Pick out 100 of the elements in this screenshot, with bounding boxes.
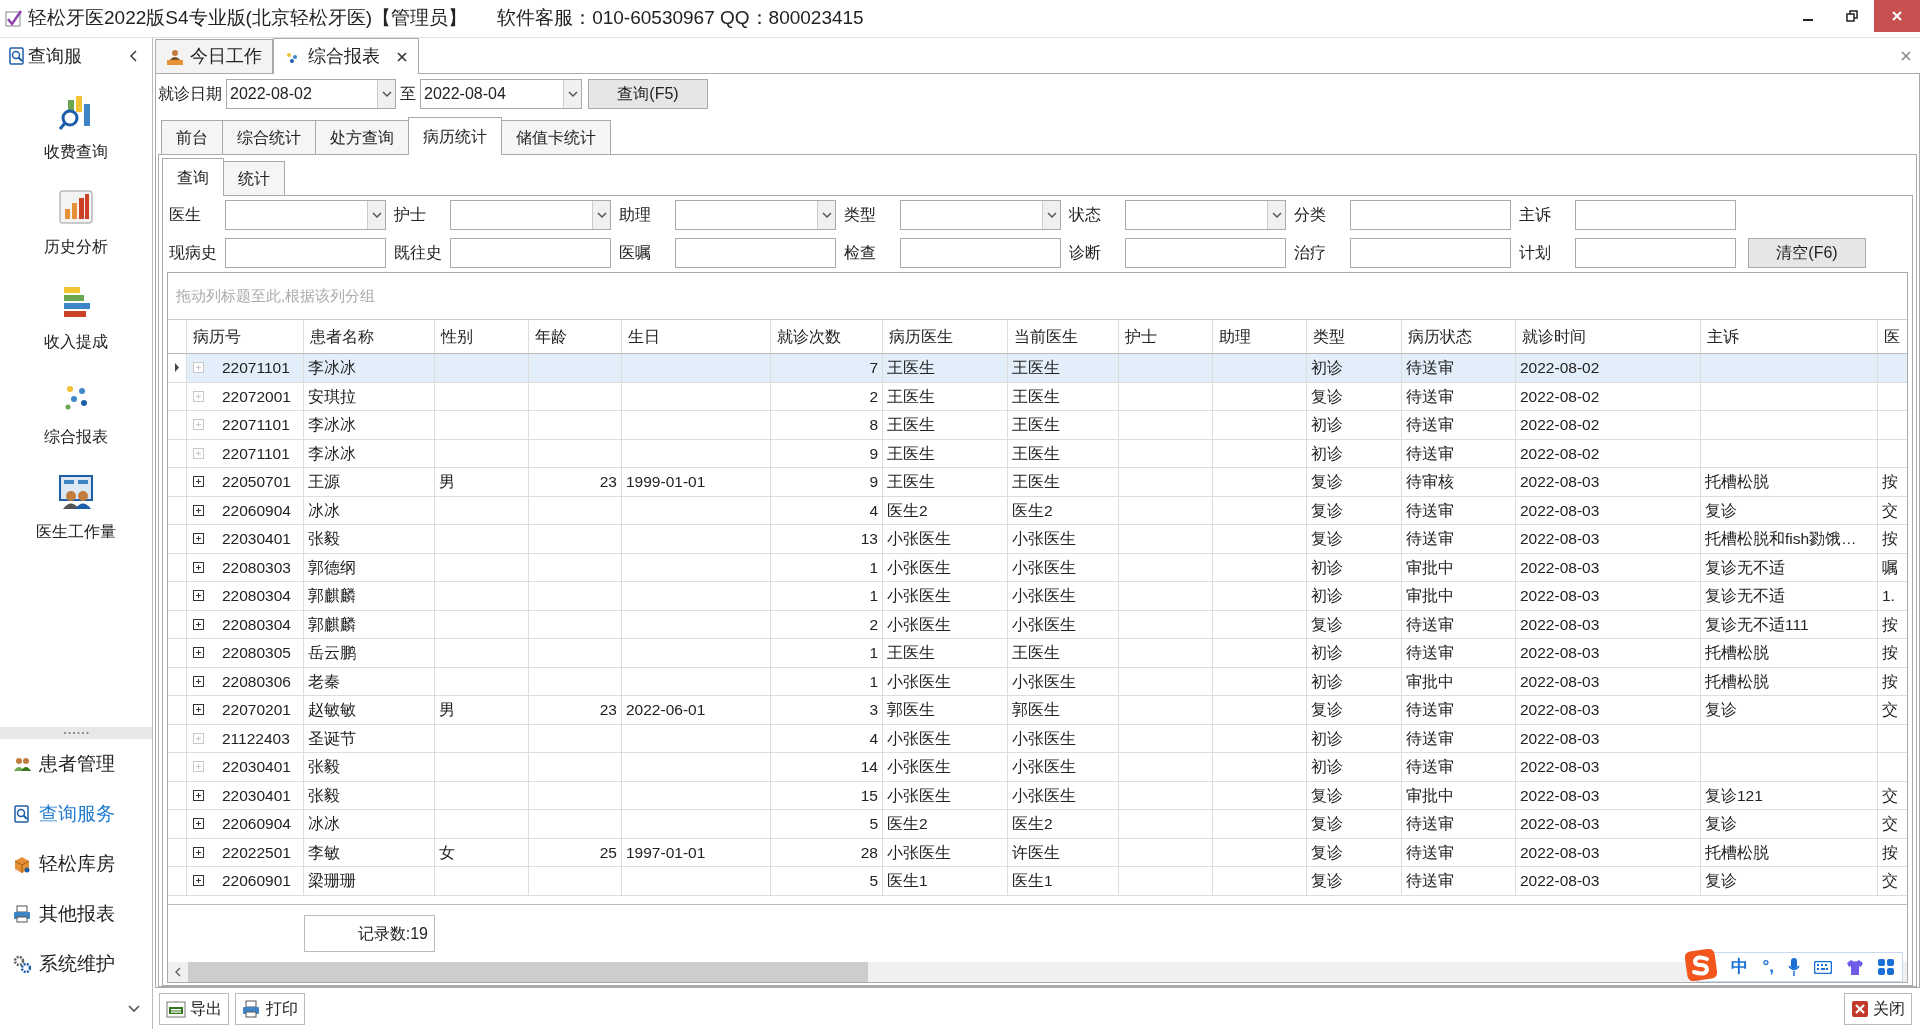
- expand-icon[interactable]: [193, 704, 204, 716]
- text-field[interactable]: [900, 238, 1061, 268]
- column-header[interactable]: 患者名称: [304, 320, 435, 353]
- dropdown-field[interactable]: [675, 200, 836, 230]
- close-icon: [1851, 999, 1869, 1018]
- table-row[interactable]: 22080303 郭德纲 1 小张医生 小张医生 初诊 审批中 2022-08-03 复诊无不适 嘱: [168, 553, 1907, 582]
- toolbar-button[interactable]: 导出: [159, 992, 229, 1025]
- expand-icon[interactable]: [193, 818, 204, 830]
- close-panel-button[interactable]: 关闭: [1844, 992, 1912, 1025]
- expand-icon[interactable]: [193, 504, 204, 516]
- table-row[interactable]: 22072001 安琪拉 2 王医生 王医生 复诊 待送审 2022-08-02: [168, 382, 1907, 411]
- expand-icon[interactable]: [193, 846, 204, 858]
- column-header[interactable]: 护士: [1119, 320, 1213, 353]
- expand-icon[interactable]: [193, 647, 204, 659]
- table-row[interactable]: 21122403 圣诞节 4 小张医生 小张医生 初诊 待送审 2022-08-03: [168, 724, 1907, 753]
- document-tab[interactable]: 今日工作: [155, 39, 273, 73]
- table-row[interactable]: 22080304 郭麒麟 2 小张医生 小张医生 复诊 待送审 2022-08-03 复诊无不适111 按: [168, 610, 1907, 639]
- text-field[interactable]: [225, 238, 386, 268]
- table-row[interactable]: 22060901 梁珊珊 5 医生1 医生1 复诊 待送审 2022-08-03 复诊 交: [168, 867, 1907, 896]
- table-row[interactable]: 22030401 张毅 13 小张医生 小张医生 复诊 待送审 2022-08-03 托槽松脱和fish勠饿… 按: [168, 525, 1907, 554]
- table-row[interactable]: 22060904 冰冰 4 医生2 医生2 复诊 待送审 2022-08-03 复诊 交: [168, 496, 1907, 525]
- module-button[interactable]: 医生工作量: [6, 466, 146, 561]
- module-button[interactable]: 收入提成: [6, 276, 146, 371]
- scrollbar-thumb[interactable]: [188, 962, 868, 982]
- table-row[interactable]: 22022501 李敏 女 25 1997-01-01 28 小张医生 许医生 复诊 待送审 2022-08-03 托槽松脱 按: [168, 838, 1907, 867]
- text-field[interactable]: [1125, 238, 1286, 268]
- input-mode[interactable]: 中: [1731, 954, 1749, 980]
- column-header[interactable]: 医: [1878, 320, 1907, 353]
- tab[interactable]: 前台: [161, 120, 223, 154]
- table-cell-text: 22070201: [222, 700, 291, 721]
- dropdown-field[interactable]: [450, 200, 611, 230]
- expand-icon[interactable]: [193, 533, 204, 545]
- table-row[interactable]: 22070201 赵敏敏 男 23 2022-06-01 3 郭医生 郭医生 复诊 待送审 2022-08-03 复诊 交: [168, 696, 1907, 725]
- tab[interactable]: 病历统计: [408, 117, 502, 155]
- module-button[interactable]: 综合报表: [6, 371, 146, 466]
- table-row[interactable]: 22071101 李冰冰 8 王医生 王医生 初诊 待送审 2022-08-02: [168, 411, 1907, 440]
- nav-item[interactable]: 系统维护: [0, 939, 152, 989]
- column-header[interactable]: 病历医生: [883, 320, 1008, 353]
- table-cell-text: 审批中: [1406, 671, 1454, 692]
- text-field[interactable]: [450, 238, 611, 268]
- column-header[interactable]: 生日: [622, 320, 771, 353]
- dropdown-field[interactable]: [1125, 200, 1286, 230]
- tab[interactable]: 综合统计: [222, 120, 316, 154]
- text-field[interactable]: [1350, 238, 1511, 268]
- table-row[interactable]: 22030401 张毅 15 小张医生 小张医生 复诊 审批中 2022-08-03 复诊121 交: [168, 781, 1907, 810]
- punctuation-mode[interactable]: °,: [1762, 954, 1774, 980]
- query-button[interactable]: 查询(F5): [588, 79, 708, 109]
- table-cell-text: 初诊: [1311, 557, 1343, 578]
- table-row[interactable]: 22080305 岳云鹏 1 王医生 王医生 初诊 待送审 2022-08-03 托槽松脱 按: [168, 639, 1907, 668]
- date-field[interactable]: 2022-08-04: [420, 79, 582, 109]
- column-header[interactable]: 主诉: [1701, 320, 1878, 353]
- table-row[interactable]: 22080304 郭麒麟 1 小张医生 小张医生 初诊 审批中 2022-08-03 复诊无不适 1.: [168, 582, 1907, 611]
- table-row[interactable]: 22071101 李冰冰 7 王医生 王医生 初诊 待送审 2022-08-02: [168, 354, 1907, 383]
- text-field[interactable]: [675, 238, 836, 268]
- date-field[interactable]: 2022-08-02: [226, 79, 396, 109]
- text-field[interactable]: [1575, 238, 1736, 268]
- expand-icon[interactable]: [193, 590, 204, 602]
- expand-icon[interactable]: [193, 675, 204, 687]
- close-button[interactable]: [1874, 0, 1920, 32]
- text-field[interactable]: [1350, 200, 1511, 230]
- column-header[interactable]: 病历状态: [1402, 320, 1516, 353]
- document-tab[interactable]: 综合报表: [273, 38, 419, 74]
- expand-icon[interactable]: [193, 561, 204, 573]
- column-header[interactable]: 性别: [435, 320, 529, 353]
- dropdown-field[interactable]: [225, 200, 386, 230]
- tab[interactable]: 处方查询: [315, 120, 409, 154]
- nav-item[interactable]: 患者管理: [0, 739, 152, 789]
- expand-icon[interactable]: [193, 476, 204, 488]
- dropdown-field[interactable]: [900, 200, 1061, 230]
- table-row[interactable]: 22080306 老秦 1 小张医生 小张医生 初诊 审批中 2022-08-03 托槽松脱 按: [168, 667, 1907, 696]
- table-row[interactable]: 22050701 王源 男 23 1999-01-01 9 王医生 王医生 复诊 待审核 2022-08-03 托槽松脱 按: [168, 468, 1907, 497]
- column-header[interactable]: 就诊时间: [1516, 320, 1701, 353]
- column-header[interactable]: 助理: [1213, 320, 1307, 353]
- table-row[interactable]: 22030401 张毅 14 小张医生 小张医生 初诊 待送审 2022-08-03: [168, 753, 1907, 782]
- table-row[interactable]: 22071101 李冰冰 9 王医生 王医生 初诊 待送审 2022-08-02: [168, 439, 1907, 468]
- column-header[interactable]: 病历号: [187, 320, 304, 353]
- clear-button[interactable]: 清空(F6): [1748, 238, 1866, 268]
- table-cell-text: 2022-08-03: [1520, 643, 1600, 664]
- table-row[interactable]: 22060904 冰冰 5 医生2 医生2 复诊 待送审 2022-08-03 复诊 交: [168, 810, 1907, 839]
- module-button[interactable]: 收费查询: [6, 86, 146, 181]
- expand-icon[interactable]: [193, 618, 204, 630]
- toolbar-button[interactable]: 打印: [235, 992, 305, 1025]
- column-header[interactable]: 当前医生: [1008, 320, 1119, 353]
- expand-icon[interactable]: [193, 789, 204, 801]
- table-cell-text: 待送审: [1406, 757, 1454, 778]
- nav-item[interactable]: 其他报表: [0, 889, 152, 939]
- column-header[interactable]: 类型: [1307, 320, 1402, 353]
- tab[interactable]: 查询: [162, 158, 224, 196]
- nav-item[interactable]: 查询服务: [0, 789, 152, 839]
- column-header[interactable]: 年龄: [529, 320, 622, 353]
- column-header[interactable]: 就诊次数: [771, 320, 883, 353]
- expand-icon[interactable]: [193, 875, 204, 887]
- table-cell-text: 9: [869, 472, 878, 493]
- module-button[interactable]: 历史分析: [6, 181, 146, 276]
- table-cell-text: 2022-08-02: [1520, 415, 1600, 436]
- tab[interactable]: 统计: [223, 161, 285, 195]
- nav-item[interactable]: 轻松库房: [0, 839, 152, 889]
- tab[interactable]: 储值卡统计: [501, 120, 611, 154]
- window-title: 轻松牙医2022版S4专业版(北京轻松牙医)【管理员】: [28, 6, 468, 31]
- text-field[interactable]: [1575, 200, 1736, 230]
